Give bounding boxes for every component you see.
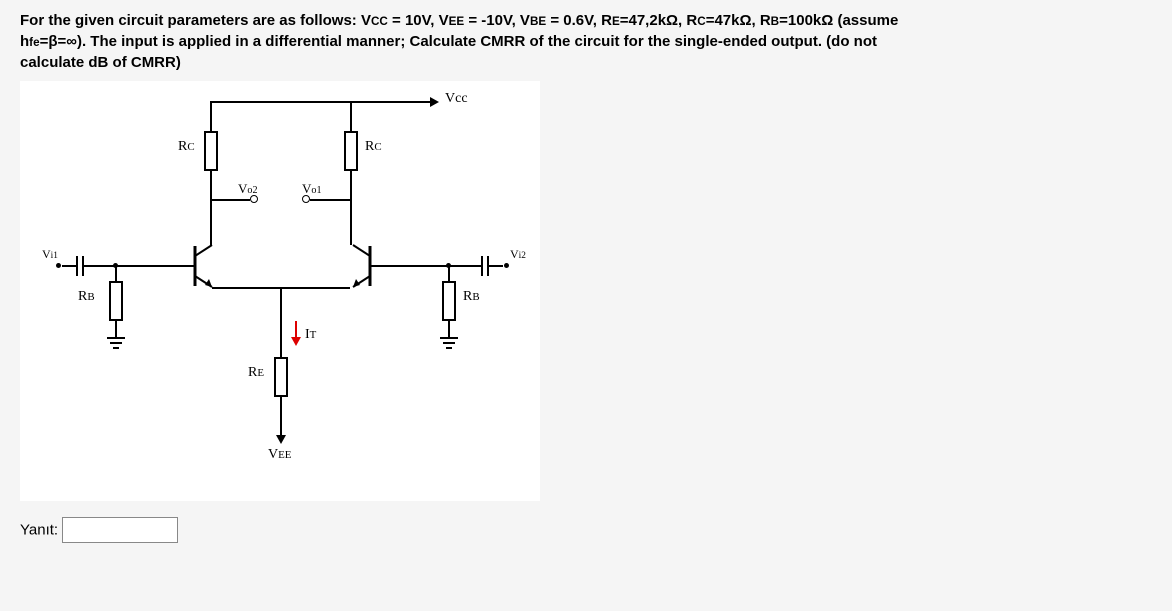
resistor-rb-left	[109, 281, 123, 321]
question-text: For the given circuit parameters are as …	[20, 10, 1152, 73]
resistor-rb-right	[442, 281, 456, 321]
resistor-rc-left	[204, 131, 218, 171]
transistor-right	[330, 241, 390, 291]
circuit-diagram: Vcc RC RC Vo2 Vo1 IT RE VE	[20, 81, 540, 501]
resistor-re	[274, 357, 288, 397]
resistor-rc-right	[344, 131, 358, 171]
transistor-left	[175, 241, 235, 291]
answer-label: Yanıt:	[20, 522, 58, 539]
answer-input[interactable]	[62, 517, 178, 543]
